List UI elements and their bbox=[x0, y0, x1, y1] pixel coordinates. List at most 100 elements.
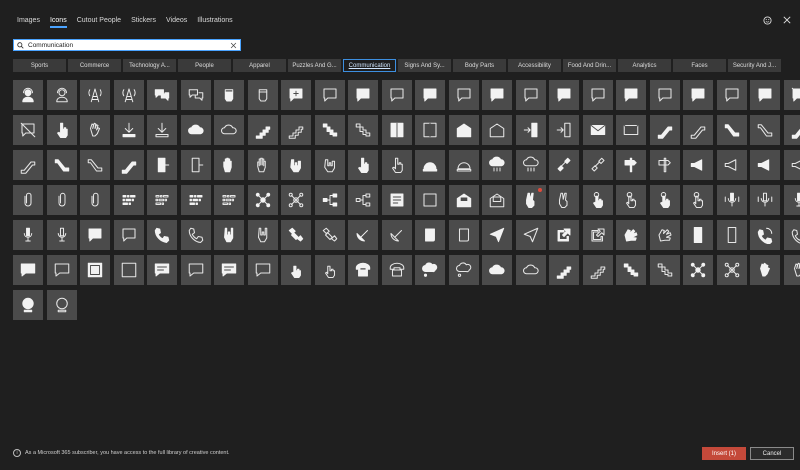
icon-tile-escalator-down[interactable] bbox=[46, 150, 77, 180]
icon-tile-paper-plane[interactable] bbox=[482, 220, 512, 250]
icon-tile-download[interactable] bbox=[147, 115, 177, 145]
icon-tile-satellite[interactable] bbox=[281, 220, 311, 250]
icon-tile-webcam[interactable] bbox=[46, 290, 77, 320]
icon-tile-stairs-down[interactable] bbox=[348, 115, 378, 145]
icon-tile-chat-bubbles[interactable] bbox=[180, 80, 211, 110]
category-apparel[interactable]: Apparel bbox=[233, 59, 286, 72]
icon-tile-satellite-dish[interactable] bbox=[348, 220, 378, 250]
icon-tile-sign-language[interactable] bbox=[616, 220, 646, 250]
category-analytics[interactable]: Analytics bbox=[618, 59, 671, 72]
icon-tile-rock-hand[interactable] bbox=[214, 220, 244, 250]
icon-tile-mail-letter[interactable] bbox=[448, 185, 479, 215]
icon-tile-touch-hand[interactable] bbox=[683, 185, 713, 215]
icon-tile-telephone[interactable] bbox=[381, 255, 412, 285]
icon-tile-scroll[interactable] bbox=[415, 220, 445, 250]
icon-tile-hand-call[interactable] bbox=[314, 150, 345, 180]
icon-tile-cloud-download[interactable] bbox=[214, 115, 244, 145]
icon-tile-no-chat[interactable] bbox=[783, 80, 800, 110]
category-body-parts[interactable]: Body Parts bbox=[453, 59, 506, 72]
icon-tile-mail[interactable] bbox=[616, 115, 646, 145]
icon-tile-support-agent[interactable] bbox=[13, 80, 43, 110]
icon-tile-cloud-upload[interactable] bbox=[515, 255, 546, 285]
icon-tile-radio-tower[interactable] bbox=[113, 80, 144, 110]
icon-tile-chat-heart[interactable] bbox=[515, 80, 546, 110]
insert-button[interactable]: Insert (1) bbox=[702, 447, 746, 460]
icon-tile-touch-gesture[interactable] bbox=[314, 255, 345, 285]
icon-tile-door-enter[interactable] bbox=[549, 115, 579, 145]
category-security[interactable]: Security And J... bbox=[728, 59, 781, 72]
icon-tile-exit-door[interactable] bbox=[147, 150, 177, 180]
icon-tile-paperclip[interactable] bbox=[80, 185, 110, 215]
icon-tile-chat-heart[interactable] bbox=[381, 80, 412, 110]
icon-tile-chat-lines[interactable] bbox=[214, 255, 244, 285]
icon-tile-hand-pointer[interactable] bbox=[381, 150, 412, 180]
icon-tile-newspaper[interactable] bbox=[381, 185, 412, 215]
category-accessibility[interactable]: Accessibility bbox=[508, 59, 561, 72]
icon-tile-mail[interactable] bbox=[582, 115, 613, 145]
icon-tile-microphone-waves[interactable] bbox=[750, 185, 780, 215]
icon-tile-download[interactable] bbox=[113, 115, 144, 145]
icon-tile-no-chat[interactable] bbox=[13, 115, 43, 145]
category-signs[interactable]: Signs And Sy... bbox=[398, 59, 451, 72]
icon-tile-phone[interactable] bbox=[180, 220, 211, 250]
icon-tile-radio-tower[interactable] bbox=[80, 80, 110, 110]
icon-tile-network[interactable] bbox=[281, 185, 311, 215]
icon-tile-service-bell[interactable] bbox=[415, 150, 445, 180]
icon-tile-smartphone[interactable] bbox=[716, 220, 747, 250]
icon-tile-chat-star[interactable] bbox=[113, 220, 144, 250]
icon-tile-stamp-frame[interactable] bbox=[113, 255, 144, 285]
icon-tile-link[interactable] bbox=[549, 150, 579, 180]
icon-tile-webcam[interactable] bbox=[13, 290, 43, 320]
icon-tile-chat-lines[interactable] bbox=[147, 255, 177, 285]
icon-tile-hand-call[interactable] bbox=[281, 150, 311, 180]
tab-icons[interactable]: Icons bbox=[45, 14, 72, 28]
icon-tile-chat-heart[interactable] bbox=[582, 80, 613, 110]
icon-tile-network[interactable] bbox=[247, 185, 278, 215]
icon-tile-door-enter[interactable] bbox=[515, 115, 546, 145]
tab-illustrations[interactable]: Illustrations bbox=[192, 14, 237, 28]
clear-search-icon[interactable] bbox=[229, 41, 237, 49]
category-faces[interactable]: Faces bbox=[673, 59, 726, 72]
icon-tile-org-chart[interactable] bbox=[348, 185, 378, 215]
icon-tile-newspaper[interactable] bbox=[415, 185, 445, 215]
icon-tile-satellite[interactable] bbox=[314, 220, 345, 250]
icon-tile-escalator[interactable] bbox=[113, 150, 144, 180]
icon-tile-chat-alert[interactable] bbox=[716, 80, 747, 110]
category-people[interactable]: People bbox=[178, 59, 231, 72]
close-icon[interactable] bbox=[782, 15, 792, 25]
icon-tile-cloud-upload[interactable] bbox=[482, 255, 512, 285]
tab-videos[interactable]: Videos bbox=[161, 14, 192, 28]
icon-tile-touch-hand[interactable] bbox=[616, 185, 646, 215]
icon-tile-chat-thumbs-up[interactable] bbox=[750, 80, 780, 110]
category-commerce[interactable]: Commerce bbox=[68, 59, 121, 72]
icon-tile-touch-gesture[interactable] bbox=[281, 255, 311, 285]
icon-tile-paper-plane[interactable] bbox=[515, 220, 546, 250]
icon-tile-megaphone[interactable] bbox=[750, 150, 780, 180]
icon-tile-megaphone[interactable] bbox=[783, 150, 800, 180]
icon-tile-stairs-down[interactable] bbox=[616, 255, 646, 285]
icon-tile-elevator[interactable] bbox=[381, 115, 412, 145]
icon-tile-escalator[interactable] bbox=[683, 115, 713, 145]
icon-tile-paperclip[interactable] bbox=[46, 185, 77, 215]
icon-tile-hand-pointer[interactable] bbox=[46, 115, 77, 145]
icon-tile-touch-hand[interactable] bbox=[649, 185, 680, 215]
icon-tile-share-arrow[interactable] bbox=[549, 220, 579, 250]
icon-tile-hand-wave[interactable] bbox=[80, 115, 110, 145]
icon-tile-direction-sign[interactable] bbox=[616, 150, 646, 180]
icon-tile-org-chart[interactable] bbox=[314, 185, 345, 215]
icon-tile-chat-heart[interactable] bbox=[549, 80, 579, 110]
icon-tile-microphone[interactable] bbox=[46, 220, 77, 250]
icon-tile-service-bell[interactable] bbox=[448, 150, 479, 180]
icon-tile-stamp-frame[interactable] bbox=[80, 255, 110, 285]
icon-tile-stairs-down[interactable] bbox=[649, 255, 680, 285]
icon-tile-chat-shield[interactable] bbox=[616, 80, 646, 110]
icon-tile-support-agent[interactable] bbox=[46, 80, 77, 110]
icon-tile-morse-code[interactable] bbox=[113, 185, 144, 215]
icon-tile-morse-code[interactable] bbox=[214, 185, 244, 215]
icon-tile-chat-lightning[interactable] bbox=[448, 80, 479, 110]
icon-tile-stairs[interactable] bbox=[247, 115, 278, 145]
icon-tile-fist[interactable] bbox=[214, 80, 244, 110]
icon-tile-thought-bubble[interactable] bbox=[415, 255, 445, 285]
icon-tile-escalator[interactable] bbox=[13, 150, 43, 180]
icon-tile-mail-open[interactable] bbox=[482, 115, 512, 145]
